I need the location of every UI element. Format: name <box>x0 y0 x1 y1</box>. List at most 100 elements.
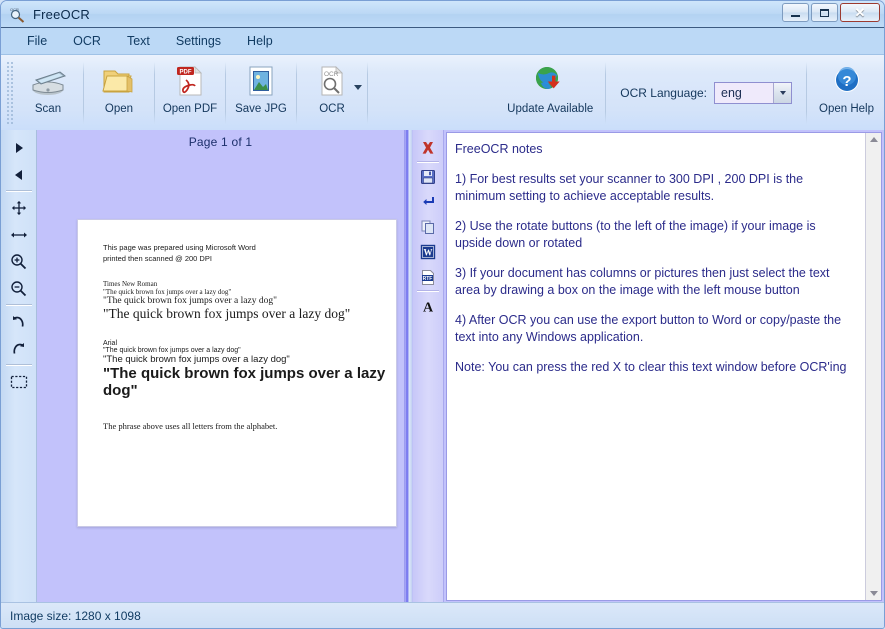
fit-width-button[interactable] <box>4 221 34 248</box>
ocr-page-icon: OCR <box>315 62 349 100</box>
scan-times-line1: "The quick brown fox jumps over a lazy d… <box>103 288 396 296</box>
ocr-text-area[interactable]: FreeOCR notes 1) For best results set yo… <box>446 132 882 601</box>
previous-page-button[interactable] <box>4 161 34 188</box>
scroll-down-icon[interactable] <box>867 587 880 600</box>
chevron-down-icon[interactable] <box>773 83 791 103</box>
scan-header-line1: This page was prepared using Microsoft W… <box>103 242 396 253</box>
open-button[interactable]: Open <box>86 55 152 131</box>
scan-header-line2: printed then scanned @ 200 DPI <box>103 253 396 264</box>
close-icon: ✕ <box>855 6 866 19</box>
toolbar-separator <box>225 62 226 124</box>
scan-times-line3: "The quick brown fox jumps over a lazy d… <box>103 306 396 322</box>
menu-item-help[interactable]: Help <box>235 31 285 51</box>
rotate-left-button[interactable] <box>4 308 34 335</box>
chevron-down-icon[interactable] <box>354 85 362 90</box>
word-wrap-button[interactable] <box>416 189 440 214</box>
toolbar-separator <box>83 62 84 124</box>
menu-item-text[interactable]: Text <box>115 31 162 51</box>
update-available-label: Update Available <box>507 103 593 115</box>
text-tool-strip: W RTF A <box>413 130 444 603</box>
title-bar: OCR FreeOCR ✕ <box>1 1 884 28</box>
ocr-text-content[interactable]: FreeOCR notes 1) For best results set yo… <box>447 133 865 600</box>
main-toolbar: Scan Open PDF <box>1 55 884 132</box>
copy-text-button[interactable] <box>416 214 440 239</box>
save-jpg-label: Save JPG <box>235 103 287 115</box>
freeocr-window: OCR FreeOCR ✕ File OCR Text Settings Hel… <box>0 0 885 629</box>
toolbar-spacer <box>370 55 497 131</box>
scan-arial-line2: "The quick brown fox jumps over a lazy d… <box>103 354 396 365</box>
help-question-icon: ? <box>830 62 864 100</box>
close-button[interactable]: ✕ <box>840 3 880 22</box>
scan-button[interactable]: Scan <box>15 55 81 131</box>
notes-paragraph-4: 4) After OCR you can use the export butt… <box>455 312 855 346</box>
menu-item-ocr[interactable]: OCR <box>61 31 113 51</box>
tool-separator <box>6 190 32 192</box>
toolbar-separator <box>367 62 368 124</box>
save-text-button[interactable] <box>416 164 440 189</box>
page-indicator: Page 1 of 1 <box>37 130 404 149</box>
image-tool-strip <box>1 130 37 603</box>
notes-paragraph-1: 1) For best results set your scanner to … <box>455 171 855 205</box>
toolbar-grip[interactable] <box>6 61 13 125</box>
maximize-icon <box>820 9 829 17</box>
update-available-button[interactable]: Update Available <box>497 55 603 131</box>
svg-text:?: ? <box>842 73 851 90</box>
tool-separator <box>6 364 32 366</box>
tool-separator <box>6 304 32 306</box>
image-viewport[interactable]: Page 1 of 1 This page was prepared using… <box>37 130 405 603</box>
select-area-button[interactable] <box>4 368 34 395</box>
ocr-language-group: OCR Language: eng <box>608 55 804 131</box>
open-pdf-button[interactable]: PDF Open PDF <box>157 55 223 131</box>
menu-bar: File OCR Text Settings Help <box>1 28 884 55</box>
scan-arial-label: Arial <box>103 340 396 347</box>
ocr-language-value: eng <box>715 86 742 100</box>
main-body: Page 1 of 1 This page was prepared using… <box>1 130 884 603</box>
scanned-page-content: This page was prepared using Microsoft W… <box>78 220 396 431</box>
pane-splitter[interactable] <box>405 130 413 603</box>
tool-separator <box>417 161 439 163</box>
open-help-button[interactable]: ? Open Help <box>809 55 884 131</box>
text-panel: W RTF A <box>413 130 884 603</box>
open-pdf-label: Open PDF <box>163 103 217 115</box>
font-settings-button[interactable]: A <box>416 293 440 318</box>
zoom-in-button[interactable] <box>4 248 34 275</box>
toolbar-separator <box>154 62 155 124</box>
scroll-up-icon[interactable] <box>867 133 880 146</box>
open-help-label: Open Help <box>819 103 874 115</box>
status-bar: Image size: 1280 x 1098 <box>1 602 884 628</box>
svg-text:PDF: PDF <box>180 69 192 75</box>
toolbar-separator <box>605 62 606 124</box>
clear-text-button[interactable] <box>416 135 440 160</box>
ocr-magnifier-icon: OCR <box>8 5 26 23</box>
notes-paragraph-2: 2) Use the rotate buttons (to the left o… <box>455 218 855 252</box>
ocr-label: OCR <box>319 103 345 115</box>
menu-item-settings[interactable]: Settings <box>164 31 233 51</box>
window-title: FreeOCR <box>33 7 90 22</box>
svg-text:A: A <box>423 300 434 314</box>
export-rtf-button[interactable]: RTF <box>416 264 440 289</box>
text-scrollbar[interactable] <box>865 133 881 600</box>
zoom-out-button[interactable] <box>4 275 34 302</box>
globe-download-icon <box>528 62 572 100</box>
minimize-button[interactable] <box>782 3 809 22</box>
save-jpg-button[interactable]: Save JPG <box>228 55 294 131</box>
pdf-file-icon: PDF <box>174 62 206 100</box>
menu-item-file[interactable]: File <box>15 31 59 51</box>
ocr-language-select[interactable]: eng <box>714 82 792 104</box>
scanned-page-preview[interactable]: This page was prepared using Microsoft W… <box>77 219 397 527</box>
ocr-button[interactable]: OCR OCR <box>299 55 365 131</box>
scan-arial-line1: "The quick brown fox jumps over a lazy d… <box>103 347 396 354</box>
rotate-right-button[interactable] <box>4 335 34 362</box>
export-word-button[interactable]: W <box>416 239 440 264</box>
open-label: Open <box>105 103 133 115</box>
next-page-button[interactable] <box>4 134 34 161</box>
maximize-button[interactable] <box>811 3 838 22</box>
image-panel: Page 1 of 1 This page was prepared using… <box>1 130 405 603</box>
scan-times-line2: "The quick brown fox jumps over a lazy d… <box>103 296 396 306</box>
svg-text:OCR: OCR <box>324 71 339 78</box>
svg-text:W: W <box>424 247 433 257</box>
pan-move-button[interactable] <box>4 194 34 221</box>
notes-paragraph-5: Note: You can press the red X to clear t… <box>455 359 855 376</box>
tool-separator <box>417 290 439 292</box>
scan-footer: The phrase above uses all letters from t… <box>103 421 396 431</box>
